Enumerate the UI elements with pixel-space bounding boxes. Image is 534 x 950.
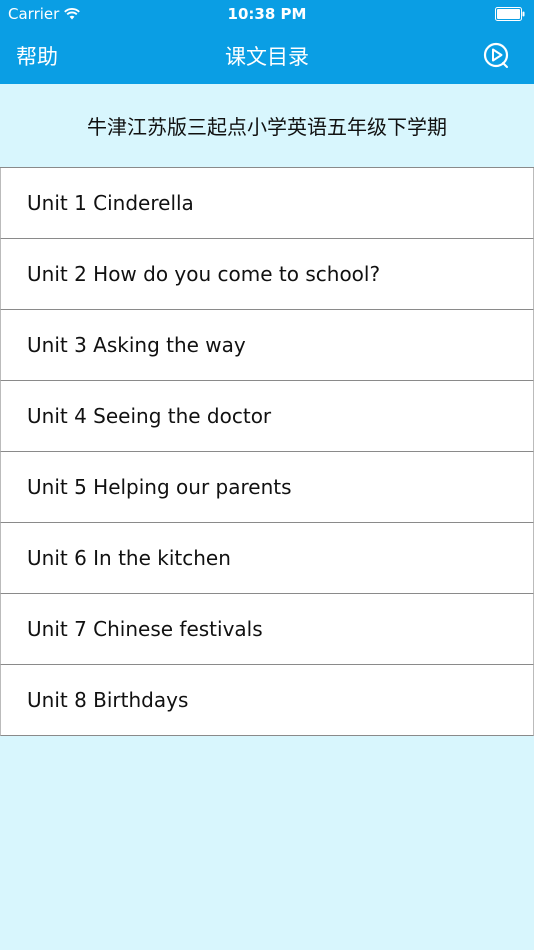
unit-list: Unit 1 Cinderella Unit 2 How do you come… (0, 168, 534, 736)
unit-item-7[interactable]: Unit 7 Chinese festivals (0, 594, 534, 665)
battery-icon (495, 7, 525, 21)
unit-item-4[interactable]: Unit 4 Seeing the doctor (0, 381, 534, 452)
unit-item-5[interactable]: Unit 5 Helping our parents (0, 452, 534, 523)
status-bar: Carrier 10:38 PM (0, 0, 534, 28)
unit-item-8[interactable]: Unit 8 Birthdays (0, 665, 534, 736)
unit-item-6[interactable]: Unit 6 In the kitchen (0, 523, 534, 594)
play-circle-icon[interactable] (482, 41, 510, 69)
book-title: 牛津江苏版三起点小学英语五年级下学期 (0, 84, 534, 168)
unit-item-1[interactable]: Unit 1 Cinderella (0, 168, 534, 239)
unit-item-2[interactable]: Unit 2 How do you come to school? (0, 239, 534, 310)
page-title: 课文目录 (225, 45, 309, 69)
header: Carrier 10:38 PM 帮助 课文目录 (0, 0, 534, 84)
status-time: 10:38 PM (227, 5, 307, 23)
unit-item-3[interactable]: Unit 3 Asking the way (0, 310, 534, 381)
